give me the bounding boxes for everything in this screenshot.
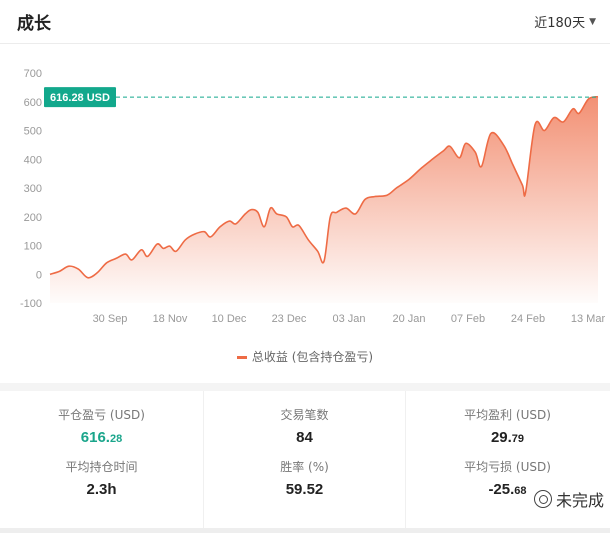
page-title: 成长 — [17, 14, 51, 34]
caret-down-icon: ▼ — [589, 16, 596, 27]
legend-swatch — [236, 356, 247, 359]
y-tick-label: 200 — [24, 212, 42, 224]
y-tick-label: 400 — [24, 154, 42, 166]
avg-profit-value-dec: 79 — [511, 433, 525, 445]
bottom-bar — [0, 528, 610, 533]
closed-pl-label: 平仓盈亏 (USD) — [58, 408, 145, 422]
x-tick-label: 13 Mar — [571, 313, 606, 325]
closed-pl-value-dec: 28 — [109, 433, 123, 445]
legend-label: 总收益 (包含持仓盈亏) — [251, 350, 374, 364]
y-tick-label: 0 — [36, 269, 42, 281]
card-header: 成长 近180天 ▼ — [0, 0, 610, 44]
closed-pl-value: 616.28 — [0, 429, 203, 448]
y-tick-label: 700 — [24, 68, 42, 80]
stats-panel: 平仓盈亏 (USD) 616.28 平均持仓时间 2.3h 交易笔数 84 胜率… — [0, 391, 610, 528]
chart-legend[interactable]: 总收益 (包含持仓盈亏) — [0, 348, 610, 365]
x-tick-label: 20 Jan — [392, 313, 425, 325]
trade-count-label: 交易笔数 — [280, 408, 329, 422]
avg-profit-stat: 平均盈利 (USD) 29.79 — [406, 407, 609, 448]
avg-profit-value-int: 29. — [490, 429, 512, 446]
avg-profit-value: 29.79 — [406, 429, 609, 448]
avg-loss-label: 平均亏损 (USD) — [464, 460, 551, 474]
wechat-channel-icon — [533, 490, 552, 508]
y-tick-label: 300 — [24, 183, 42, 195]
growth-chart: -100 0 100 200 300 400 500 600 700 30 Sep 18 Nov 10… — [0, 45, 610, 380]
watermark: 未完成 — [533, 487, 604, 511]
y-tick-label: 600 — [24, 97, 42, 109]
section-divider — [0, 383, 610, 391]
avg-hold-time-stat: 平均持仓时间 2.3h — [0, 459, 203, 499]
value-tag-text: 616.28 USD — [50, 92, 110, 104]
win-rate-label: 胜率 (%) — [280, 460, 329, 474]
y-tick-label: 100 — [24, 241, 42, 253]
x-tick-label: 24 Feb — [511, 313, 545, 325]
growth-chart-svg: -100 0 100 200 300 400 500 600 700 30 Sep 18 Nov 10… — [20, 68, 606, 325]
watermark-text: 未完成 — [555, 491, 604, 510]
time-range-label: 近180天 — [534, 16, 586, 31]
avg-hold-time-label: 平均持仓时间 — [65, 460, 138, 474]
avg-hold-time-value: 2.3h — [86, 481, 117, 498]
stats-column-2: 交易笔数 84 胜率 (%) 59.52 — [203, 391, 406, 528]
avg-loss-value-int: -25. — [488, 481, 515, 498]
avg-loss-value-dec: 68 — [514, 485, 527, 497]
closed-pl-stat: 平仓盈亏 (USD) 616.28 — [0, 407, 203, 448]
series-area — [50, 96, 598, 303]
stats-column-1: 平仓盈亏 (USD) 616.28 平均持仓时间 2.3h — [0, 391, 203, 528]
y-tick-label: -100 — [20, 298, 42, 310]
time-range-dropdown[interactable]: 近180天 ▼ — [534, 12, 596, 31]
closed-pl-value-int: 616. — [80, 429, 110, 446]
win-rate-value: 59.52 — [285, 481, 324, 498]
x-tick-label: 23 Dec — [272, 313, 307, 325]
avg-profit-label: 平均盈利 (USD) — [464, 408, 551, 422]
x-tick-label: 30 Sep — [93, 313, 128, 325]
x-tick-label: 03 Jan — [332, 313, 365, 325]
trade-count-stat: 交易笔数 84 — [204, 407, 405, 447]
win-rate-stat: 胜率 (%) 59.52 — [204, 459, 405, 499]
trade-count-value: 84 — [296, 429, 313, 446]
x-tick-label: 10 Dec — [212, 313, 247, 325]
y-tick-label: 500 — [24, 126, 42, 138]
x-tick-label: 07 Feb — [451, 313, 485, 325]
x-tick-label: 18 Nov — [153, 313, 188, 325]
